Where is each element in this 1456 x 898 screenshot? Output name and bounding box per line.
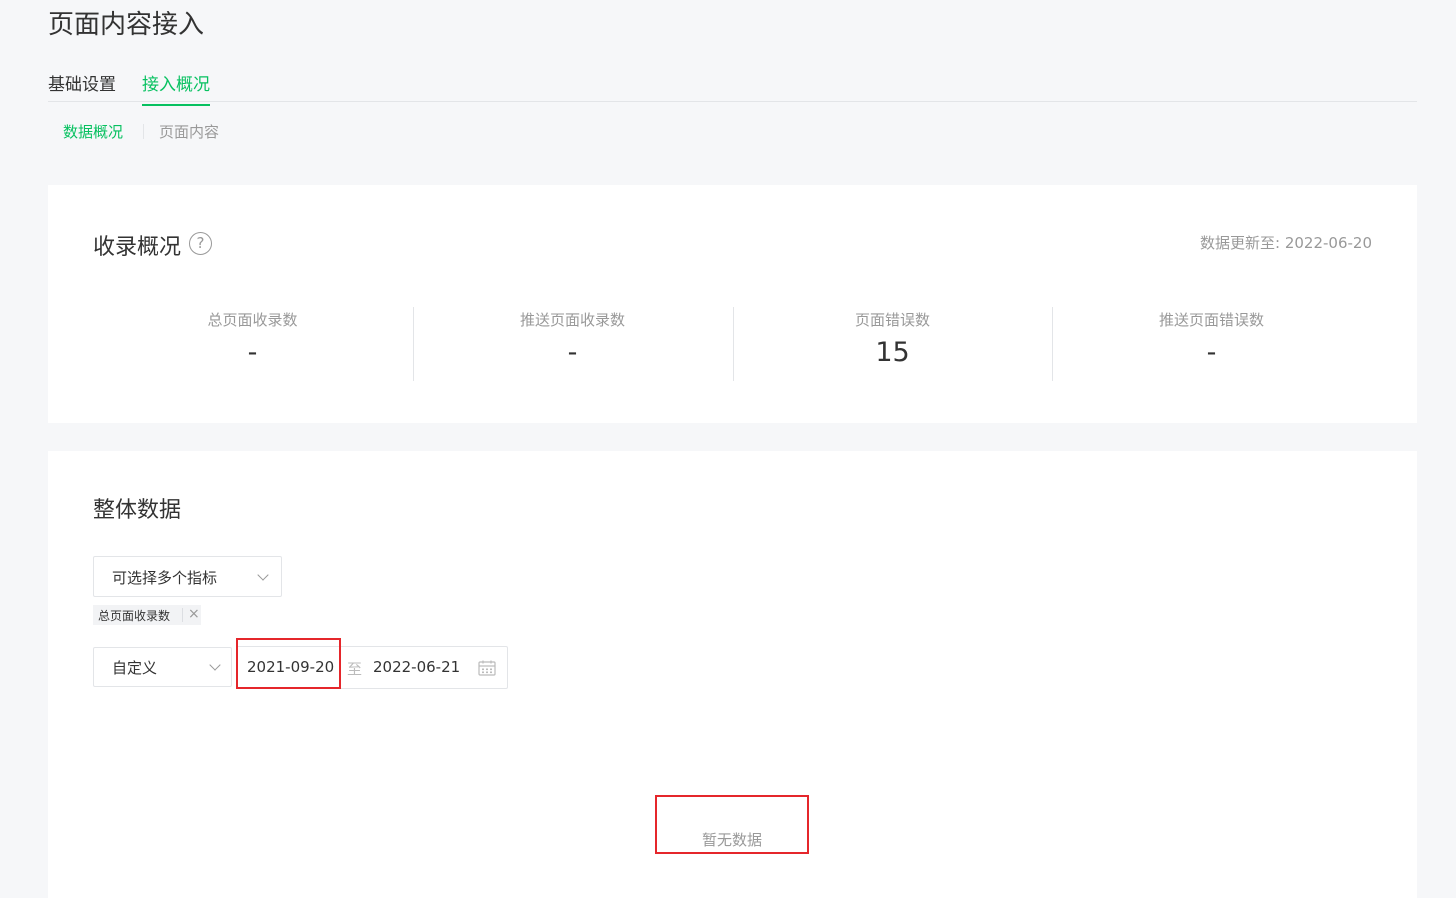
question-circle-icon[interactable]: ? [189, 232, 212, 255]
tab-access-overview[interactable]: 接入概况 [142, 70, 210, 106]
update-time: 数据更新至: 2022-06-20 [1200, 234, 1372, 252]
tab-basic-settings[interactable]: 基础设置 [48, 70, 116, 104]
date-end-input[interactable]: 2022-06-21 [373, 658, 460, 676]
stat-label: 页面错误数 [854, 311, 930, 329]
overall-data-card: 整体数据 可选择多个指标 总页面收录数 × 自定义 2021-09-20 至 2… [48, 451, 1417, 898]
chevron-down-icon [209, 659, 221, 671]
main-tabs: 基础设置 接入概况 [48, 66, 1417, 106]
calendar-icon[interactable] [478, 660, 496, 676]
range-type-value: 自定义 [112, 659, 158, 677]
stat-value: - [247, 337, 258, 368]
stat-pushed-errors: 推送页面错误数 - [1052, 305, 1371, 381]
stat-pushed-indexed: 推送页面收录数 - [413, 305, 732, 381]
selected-metric-tag: 总页面收录数 × [93, 605, 201, 625]
stat-label: 总页面收录数 [207, 311, 298, 329]
overview-card: 收录概况 ? 数据更新至: 2022-06-20 总页面收录数 - 推送页面收录… [48, 185, 1417, 423]
stats-row: 总页面收录数 - 推送页面收录数 - 页面错误数 15 推送页面错误数 - [93, 305, 1372, 381]
date-range-separator: 至 [347, 660, 363, 678]
tag-label: 总页面收录数 [98, 609, 171, 623]
subtab-divider [143, 124, 144, 139]
date-range-picker: 2021-09-20 至 2022-06-21 [236, 646, 508, 689]
close-icon[interactable]: × [188, 606, 200, 622]
range-type-select[interactable]: 自定义 [93, 647, 232, 687]
stat-page-errors: 页面错误数 15 [733, 305, 1052, 381]
subtab-data-overview[interactable]: 数据概况 [63, 121, 123, 142]
overall-title: 整体数据 [93, 498, 182, 523]
subtab-page-content[interactable]: 页面内容 [159, 121, 219, 142]
stat-value: 15 [875, 337, 910, 368]
empty-state-highlight: 暂无数据 [655, 795, 809, 854]
empty-state-text: 暂无数据 [701, 831, 762, 849]
metric-select[interactable]: 可选择多个指标 [93, 556, 282, 597]
chevron-down-icon [257, 569, 269, 581]
metric-select-placeholder: 可选择多个指标 [112, 569, 218, 587]
stat-value: - [1206, 337, 1217, 368]
page-title: 页面内容接入 [48, 10, 205, 40]
tag-divider [182, 608, 183, 622]
stat-label: 推送页面收录数 [519, 311, 625, 329]
overview-title: 收录概况 [93, 235, 182, 260]
stat-total-indexed: 总页面收录数 - [93, 305, 412, 381]
stat-value: - [567, 337, 578, 368]
stat-label: 推送页面错误数 [1158, 311, 1264, 329]
date-start-input[interactable]: 2021-09-20 [247, 658, 334, 676]
